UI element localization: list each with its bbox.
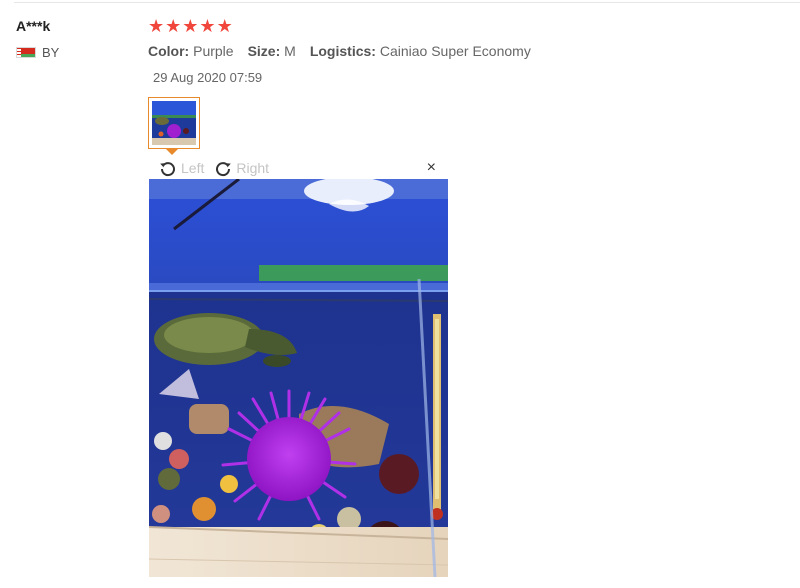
top-divider <box>14 2 800 3</box>
photo-viewer: Left Right × <box>149 157 448 577</box>
review-attributes: Color: Purple Size: M Logistics: Cainiao… <box>148 43 539 59</box>
thumbnail-pointer <box>166 149 178 155</box>
attr-size: Size: M <box>247 43 296 59</box>
belarus-flag-icon <box>16 47 36 58</box>
star-icon: ★ <box>182 16 199 36</box>
thumbnail-image <box>152 101 196 145</box>
close-icon[interactable]: × <box>427 158 436 178</box>
review-date: 29 Aug 2020 07:59 <box>153 70 263 85</box>
rotate-left-label: Left <box>181 160 205 176</box>
star-icon: ★ <box>199 16 216 36</box>
reviewer-country: BY <box>16 45 59 60</box>
star-icon: ★ <box>165 16 182 36</box>
rotate-right-label: Right <box>236 160 270 176</box>
rating-stars: ★ ★ ★ ★ ★ <box>148 16 233 36</box>
star-icon: ★ <box>148 16 165 36</box>
reviewer-name: A***k <box>16 18 51 34</box>
country-code: BY <box>42 45 60 60</box>
rotate-right-icon <box>216 162 232 177</box>
attr-logistics: Logistics: Cainiao Super Economy <box>309 43 531 59</box>
review-photo-large <box>149 179 448 577</box>
attr-color: Color: Purple <box>148 43 234 59</box>
review-photo-thumbnail[interactable] <box>148 97 200 149</box>
viewer-toolbar: Left Right × <box>149 157 448 179</box>
rotate-left-icon <box>160 162 175 177</box>
rotate-left-button[interactable]: Left <box>159 159 204 177</box>
star-icon: ★ <box>216 16 233 36</box>
rotate-right-button[interactable]: Right <box>214 159 269 177</box>
